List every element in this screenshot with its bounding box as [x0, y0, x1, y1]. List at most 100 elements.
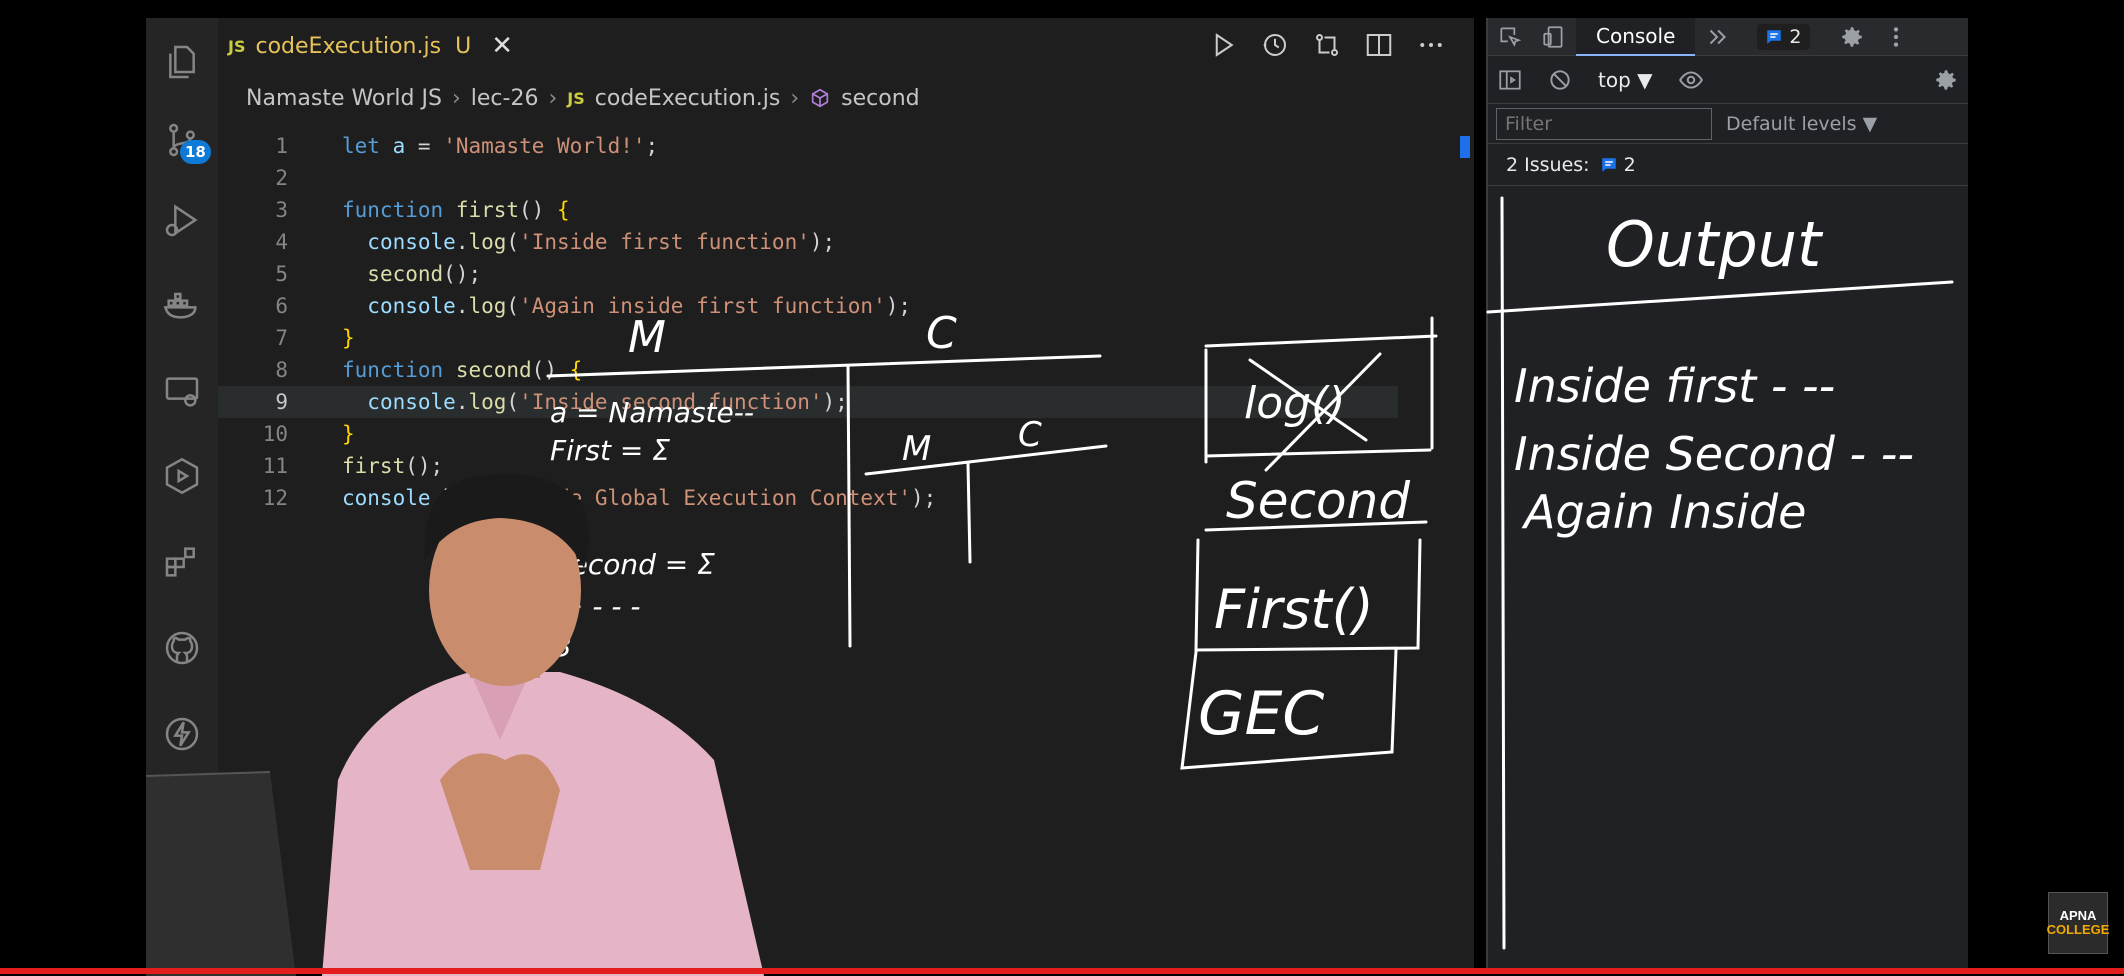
chevron-right-icon: ›	[790, 85, 800, 111]
tab-codeexecution[interactable]: JS codeExecution.js U ✕	[228, 26, 513, 66]
breadcrumb-subfolder[interactable]: lec-26	[471, 86, 539, 111]
tab-status: U	[455, 33, 472, 59]
code-text: let a = 'Namaste World!';	[342, 134, 659, 158]
devtools-panel: Console 2 top ▼ Default levels	[1486, 17, 1968, 968]
vscode-window: 18 JS codeExecution.js U ✕ Namaste World…	[146, 18, 1474, 968]
compare-changes-icon[interactable]	[1312, 30, 1342, 60]
line-number: 8	[275, 358, 288, 382]
code-line[interactable]: 7}	[218, 322, 1398, 354]
line-number: 9	[275, 390, 288, 414]
source-control-icon[interactable]: 18	[160, 118, 211, 164]
line-number: 7	[275, 326, 288, 350]
remote-explorer-icon[interactable]	[160, 370, 204, 414]
apna-college-logo: APNA COLLEGE	[2046, 892, 2110, 954]
code-line[interactable]: 10}	[218, 418, 1398, 450]
code-text: console.log('Inside second function');	[367, 390, 848, 414]
source-control-badge: 18	[180, 140, 211, 164]
code-line[interactable]: 9 console.log('Inside second function');	[218, 386, 1398, 418]
code-text: first();	[342, 454, 444, 478]
tab-filename: codeExecution.js	[255, 33, 442, 59]
line-number: 10	[262, 422, 288, 446]
code-line[interactable]: 11 first();	[218, 450, 1398, 482]
issues-badge-count: 2	[1789, 25, 1802, 48]
media-icon[interactable]	[160, 454, 204, 498]
clear-console-icon[interactable]	[1538, 61, 1582, 99]
line-number: 2	[275, 166, 288, 190]
code-line[interactable]: 12 console.log('Inside Global Execution C…	[218, 482, 1398, 514]
line-number: 12	[262, 486, 288, 510]
code-text: second();	[367, 262, 482, 286]
breadcrumb-file[interactable]: codeExecution.js	[595, 86, 781, 111]
issues-count: 2	[1623, 153, 1636, 176]
code-line[interactable]: 8 function second() {	[218, 354, 1398, 386]
line-number: 5	[275, 262, 288, 286]
code-text: function second() {	[342, 358, 583, 382]
code-line[interactable]: 2	[218, 162, 1398, 194]
line-number: 6	[275, 294, 288, 318]
activity-bar: 18	[146, 18, 218, 968]
line-number: 11	[262, 454, 288, 478]
breadcrumb-folder[interactable]: Namaste World JS	[246, 86, 442, 111]
device-toolbar-icon[interactable]	[1532, 18, 1576, 56]
sidebar-toggle-icon[interactable]	[1488, 61, 1532, 99]
logo-text-2: COLLEGE	[2046, 922, 2110, 937]
log-levels-dropdown[interactable]: Default levels ▼	[1726, 113, 1877, 135]
docker-icon[interactable]	[160, 282, 204, 326]
video-progress-bar[interactable]	[0, 968, 2124, 974]
settings-gear-icon[interactable]	[1830, 18, 1874, 56]
line-number: 1	[275, 134, 288, 158]
js-file-icon: JS	[567, 88, 585, 108]
extensions-icon[interactable]	[160, 540, 204, 584]
issues-label: 2 Issues:	[1506, 153, 1590, 176]
devtools-toolbar: Console 2	[1488, 17, 1968, 56]
close-icon[interactable]: ✕	[491, 31, 513, 61]
context-selector[interactable]: top ▼	[1588, 68, 1663, 92]
js-file-icon: JS	[228, 36, 246, 56]
tab-console[interactable]: Console	[1576, 17, 1696, 56]
live-expression-eye-icon[interactable]	[1669, 61, 1713, 99]
breadcrumb: Namaste World JS › lec-26 › JS codeExecu…	[246, 82, 920, 114]
lightning-icon[interactable]	[160, 712, 204, 756]
code-text: console.log('Inside first function');	[367, 230, 836, 254]
video-progress-fill	[0, 968, 2124, 974]
issues-badge[interactable]: 2	[1757, 23, 1810, 50]
more-tabs-icon[interactable]	[1695, 18, 1739, 56]
split-editor-icon[interactable]	[1364, 30, 1394, 60]
code-line[interactable]: 4 console.log('Inside first function');	[218, 226, 1398, 258]
code-text: console.log('Again inside first function…	[367, 294, 912, 318]
chevron-right-icon: ›	[548, 85, 558, 111]
line-number: 3	[275, 198, 288, 222]
filter-row: Default levels ▼	[1488, 104, 1968, 144]
timeline-icon[interactable]	[1260, 30, 1290, 60]
console-toolbar: top ▼	[1488, 56, 1968, 104]
message-icon	[1601, 157, 1616, 172]
symbol-method-icon	[812, 88, 829, 108]
scrollbar-marker[interactable]	[1460, 136, 1470, 158]
logo-text-1: APNA	[2059, 908, 2097, 923]
code-line[interactable]: 3 function first() {	[218, 194, 1398, 226]
issues-link[interactable]: 2	[1600, 154, 1636, 176]
github-icon[interactable]	[160, 626, 204, 670]
code-text: }	[342, 422, 355, 446]
tab-bar: JS codeExecution.js U ✕	[218, 18, 1474, 74]
console-settings-icon[interactable]	[1924, 61, 1968, 99]
editor-actions	[1208, 30, 1446, 60]
code-text: }	[342, 326, 355, 350]
run-icon[interactable]	[1208, 30, 1238, 60]
code-line[interactable]: 6 console.log('Again inside first functi…	[218, 290, 1398, 322]
message-icon	[1767, 29, 1782, 44]
code-line[interactable]: 5 second();	[218, 258, 1398, 290]
code-editor[interactable]: 1 let a = 'Namaste World!'; 2 3 function fir…	[218, 130, 1398, 530]
inspect-element-icon[interactable]	[1488, 18, 1532, 56]
line-number: 4	[275, 230, 288, 254]
filter-input[interactable]	[1496, 107, 1712, 140]
code-text: function first() {	[342, 198, 570, 222]
issues-row: 2 Issues: 2	[1488, 144, 1968, 186]
breadcrumb-symbol[interactable]: second	[841, 86, 919, 111]
run-debug-icon[interactable]	[160, 198, 204, 242]
explorer-icon[interactable]	[160, 40, 204, 84]
kebab-menu-icon[interactable]	[1874, 18, 1918, 56]
code-text: console.log('Inside Global Execution Con…	[342, 486, 937, 510]
code-line[interactable]: 1 let a = 'Namaste World!';	[218, 130, 1398, 162]
more-actions-icon[interactable]	[1416, 30, 1446, 60]
